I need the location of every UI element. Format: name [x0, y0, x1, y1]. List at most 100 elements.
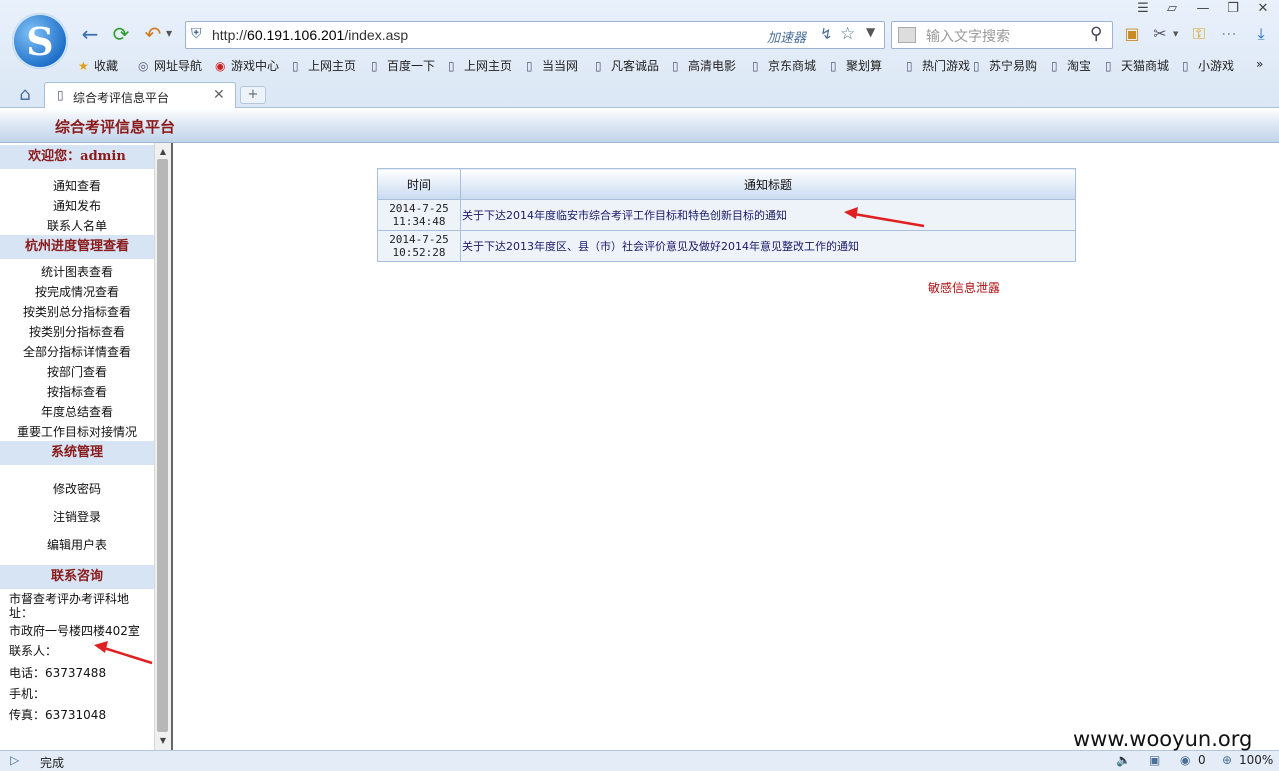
page-icon: ▯ — [1182, 59, 1189, 73]
scroll-thumb[interactable] — [157, 159, 168, 732]
bookmark-item[interactable]: ▯ 百度一下 — [371, 57, 435, 74]
bookmark-item[interactable]: ★ 收藏 — [78, 57, 118, 74]
bookmark-item[interactable]: ▯ 上网主页 — [292, 57, 356, 74]
tab-active[interactable]: ▯ 综合考评信息平台 ✕ — [44, 82, 236, 108]
bookmark-item[interactable]: ▯ 当当网 — [526, 57, 578, 74]
bookmark-item[interactable]: ▯ 聚划算 — [830, 57, 882, 74]
annotation-text: 敏感信息泄露 — [928, 281, 1001, 295]
bookmark-label: 当当网 — [542, 59, 579, 73]
bookmark-item[interactable]: ▯ 天猫商城 — [1105, 57, 1169, 74]
notice-table: 时间 通知标题 2014-7-25 11:34:48 关于下达2014年度临安市综… — [377, 168, 1076, 262]
scroll-up-icon[interactable]: ▲ — [155, 145, 171, 159]
search-engine-icon[interactable] — [898, 27, 916, 43]
refresh-icon[interactable]: ⟳ — [109, 22, 133, 46]
play-icon[interactable]: ▷ — [10, 753, 19, 767]
sidebar-item-by-category-sub[interactable]: 按类别分指标查看 — [0, 323, 154, 340]
tab-strip: ⌂ ▯ 综合考评信息平台 ✕ + — [0, 80, 1279, 108]
bookmark-item[interactable]: ▯ 小游戏 — [1182, 57, 1234, 74]
bookmark-label: 百度一下 — [387, 59, 436, 73]
bookmark-item[interactable]: ▯ 高清电影 — [672, 57, 736, 74]
browser-logo-icon: S — [12, 13, 68, 69]
sidebar-item-by-department[interactable]: 按部门查看 — [0, 363, 154, 380]
bookmark-item[interactable]: ▯ 热门游戏 — [906, 57, 970, 74]
menu-icon[interactable]: ☰ — [1133, 1, 1153, 17]
restore-icon[interactable]: ❐ — [1223, 1, 1243, 17]
notice-title-link[interactable]: 关于下达2014年度临安市综合考评工作目标和特色创新目标的通知 — [460, 199, 1076, 231]
bookmark-item[interactable]: ▯ 京东商城 — [752, 57, 816, 74]
search-input[interactable]: 输入文字搜索 — [926, 26, 1010, 46]
address-bar[interactable]: ⛨ http://60.191.106.201/index.asp 加速器 ↯ … — [185, 21, 885, 49]
page-icon: ▯ — [526, 59, 533, 73]
page-header: 综合考评信息平台 — [0, 108, 1279, 143]
search-icon[interactable]: ⚲ — [1090, 24, 1102, 44]
tab-title: 综合考评信息平台 — [73, 91, 170, 105]
more-icon[interactable]: ⋯ — [1219, 24, 1239, 44]
sidebar-item-edit-users[interactable]: 编辑用户表 — [0, 536, 154, 553]
sidebar-item-by-category-total[interactable]: 按类别总分指标查看 — [0, 303, 154, 320]
undo-dropdown-icon[interactable]: ▼ — [166, 29, 172, 38]
sidebar-item-annual-summary[interactable]: 年度总结查看 — [0, 403, 154, 420]
sidebar-toggle-icon[interactable]: ▣ — [1122, 24, 1142, 44]
network-icon[interactable]: ▣ — [1149, 753, 1160, 767]
sidebar-item-key-targets[interactable]: 重要工作目标对接情况 — [0, 423, 154, 440]
home-icon[interactable]: ⌂ — [13, 84, 37, 105]
bookmark-item[interactable]: ▯ 凡客诚品 — [595, 57, 659, 74]
sidebar-scrollbar[interactable]: ▲ ▼ — [154, 143, 171, 750]
bookmark-item[interactable]: ▯ 上网主页 — [448, 57, 512, 74]
star-icon[interactable]: ☆ — [840, 24, 855, 44]
annotation-arrow-table — [844, 207, 925, 228]
search-box[interactable]: 输入文字搜索 ⚲ — [891, 21, 1113, 49]
sidebar-item-contacts[interactable]: 联系人名单 — [0, 217, 154, 234]
bookmark-label: 淘宝 — [1067, 59, 1092, 73]
sidebar-item-by-indicator[interactable]: 按指标查看 — [0, 383, 154, 400]
bookmark-label: 凡客诚品 — [611, 59, 660, 73]
page-icon: ▯ — [672, 59, 679, 73]
bookmark-item[interactable]: ▯ 淘宝 — [1051, 57, 1091, 74]
bookmark-item[interactable]: ◎ 网址导航 — [138, 57, 202, 74]
status-text: 完成 — [40, 756, 65, 770]
bookmarks-overflow-icon[interactable]: » — [1256, 57, 1263, 71]
scissors-dropdown-icon[interactable]: ▼ — [1173, 30, 1178, 38]
bookmark-label: 上网主页 — [464, 59, 513, 73]
accelerator-label[interactable]: 加速器 — [767, 27, 806, 46]
bookmark-label: 收藏 — [94, 59, 119, 73]
key-icon[interactable]: ⚿ — [1189, 24, 1209, 44]
address-dropdown-icon[interactable]: ▼ — [866, 25, 875, 39]
page-icon: ▯ — [1105, 59, 1112, 73]
undo-close-icon[interactable]: ↶ — [141, 22, 165, 46]
contact-address-label: 市督查考评办考评科地址： — [9, 592, 130, 620]
notice-time: 2014-7-25 10:52:28 — [377, 230, 461, 262]
scissors-icon[interactable]: ✂ — [1150, 24, 1170, 44]
ad-block-icon[interactable]: ◉ — [1180, 753, 1190, 767]
back-arrow-icon[interactable]: ← — [78, 22, 102, 46]
page-icon: ▯ — [595, 59, 602, 73]
page-icon: ▯ — [973, 59, 980, 73]
bookmark-item[interactable]: ▯ 苏宁易购 — [973, 57, 1037, 74]
bookmark-label: 热门游戏 — [922, 59, 971, 73]
sidebar-item-change-password[interactable]: 修改密码 — [0, 480, 154, 497]
skin-icon[interactable]: ▱ — [1162, 1, 1182, 17]
sidebar-item-notice-view[interactable]: 通知查看 — [0, 177, 154, 194]
sidebar-item-notice-publish[interactable]: 通知发布 — [0, 197, 154, 214]
zoom-level[interactable]: 100% — [1239, 753, 1273, 767]
tab-close-icon[interactable]: ✕ — [213, 87, 225, 103]
sidebar-item-by-completion[interactable]: 按完成情况查看 — [0, 283, 154, 300]
sidebar-item-all-details[interactable]: 全部分指标详情查看 — [0, 343, 154, 360]
shield-icon: ⛨ — [191, 26, 202, 42]
lightning-icon[interactable]: ↯ — [820, 25, 833, 43]
zoom-icon[interactable]: ⊕ — [1222, 753, 1232, 767]
page-icon: ◉ — [215, 59, 226, 73]
volume-icon[interactable]: 🔈 — [1116, 753, 1131, 767]
notice-title-link[interactable]: 关于下达2013年度区、县（市）社会评价意见及做好2014年意见整改工作的通知 — [460, 230, 1076, 262]
close-window-icon[interactable]: ✕ — [1253, 1, 1273, 17]
url-text[interactable]: http://60.191.106.201/index.asp — [212, 27, 408, 43]
bookmark-label: 上网主页 — [308, 59, 357, 73]
minimize-icon[interactable]: — — [1193, 1, 1213, 17]
bookmark-item[interactable]: ◉ 游戏中心 — [215, 57, 279, 74]
download-icon[interactable]: ⤓ — [1251, 24, 1271, 44]
bookmark-label: 网址导航 — [154, 59, 203, 73]
sidebar-item-stats-chart[interactable]: 统计图表查看 — [0, 263, 154, 280]
sidebar-item-logout[interactable]: 注销登录 — [0, 508, 154, 525]
new-tab-button[interactable]: + — [240, 86, 266, 104]
scroll-down-icon[interactable]: ▼ — [155, 734, 171, 748]
